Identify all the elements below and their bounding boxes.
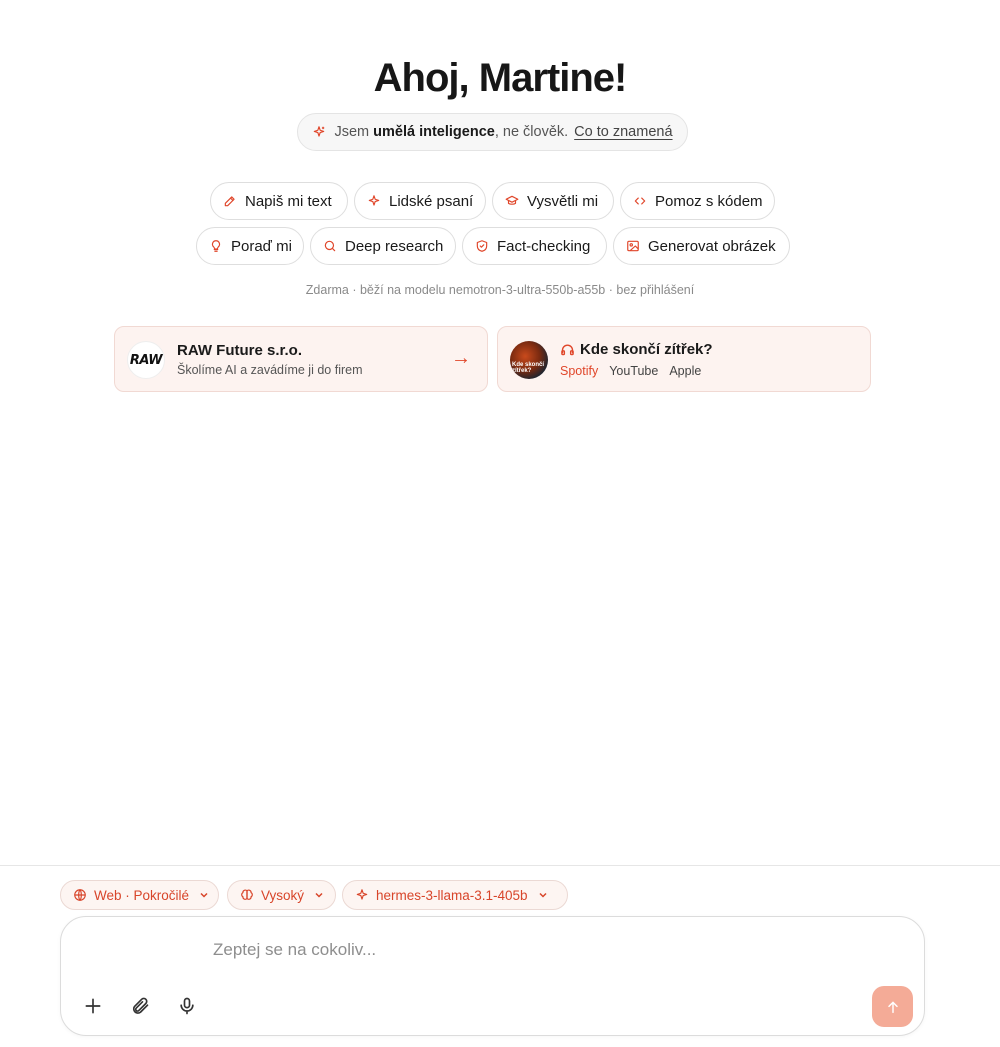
fact-checking-button[interactable]: Fact-checking [462, 227, 607, 265]
raw-future-card[interactable]: RAW RAW Future s.r.o. Školíme AI a zavád… [114, 326, 488, 392]
spotify-link[interactable]: Spotify [560, 364, 598, 378]
microphone-icon [180, 997, 194, 1015]
advise-button[interactable]: Poraď mi [196, 227, 304, 265]
youtube-link[interactable]: YouTube [609, 364, 658, 378]
image-icon [627, 240, 639, 252]
podcast-cover: Kde skončí zítřek? [510, 341, 548, 379]
podcast-title: Kde skončí zítřek? [560, 341, 713, 358]
ai-notice-prefix: Jsem [334, 124, 370, 140]
lightbulb-icon [211, 240, 221, 252]
add-button[interactable] [80, 993, 106, 1019]
podcast-cover-text: Kde skončí zítřek? [512, 362, 545, 374]
generate-image-label: Generovat obrázek [648, 237, 776, 255]
headphones-icon [561, 344, 574, 356]
code-help-button[interactable]: Pomoz s kódem [620, 182, 775, 220]
graduation-cap-icon [505, 195, 519, 205]
chevron-down-icon [315, 892, 323, 898]
explain-button[interactable]: Vysvětli mi [492, 182, 614, 220]
what-does-it-mean-link[interactable]: Co to znamená [574, 124, 672, 140]
sparkle-icon [314, 126, 325, 137]
search-icon [324, 240, 336, 252]
human-writing-label: Lidské psaní [389, 192, 474, 210]
reasoning-level-label: Vysoký [261, 887, 305, 903]
generate-image-button[interactable]: Generovat obrázek [613, 227, 790, 265]
sparkle-icon [368, 195, 380, 206]
model-label: hermes-3-llama-3.1-405b [376, 887, 528, 903]
chevron-down-icon [539, 892, 547, 898]
globe-icon [74, 889, 86, 901]
plus-icon [85, 998, 101, 1014]
microphone-button[interactable] [174, 993, 200, 1019]
raw-future-subtitle: Školíme AI a zavádíme ji do firem [177, 363, 363, 377]
paperclip-icon [132, 997, 149, 1014]
sparkle-icon [356, 889, 368, 900]
attach-button[interactable] [127, 993, 153, 1019]
deep-research-button[interactable]: Deep research [310, 227, 456, 265]
ai-notice-suffix: , ne člověk. [494, 124, 569, 140]
reasoning-level-dropdown[interactable]: Vysoký [227, 880, 336, 910]
deep-research-label: Deep research [345, 237, 444, 255]
message-input[interactable] [213, 937, 813, 963]
code-help-label: Pomoz s kódem [655, 192, 763, 210]
message-composer [60, 916, 925, 1036]
ai-notice-pill: Jsem umělá inteligence , ne člověk. Co t… [297, 113, 688, 151]
raw-future-title: RAW Future s.r.o. [177, 342, 303, 359]
apple-link[interactable]: Apple [669, 364, 701, 378]
explain-label: Vysvětli mi [527, 192, 599, 210]
brain-icon [241, 889, 253, 900]
podcast-links: Spotify YouTube Apple [560, 364, 701, 378]
model-dropdown[interactable]: hermes-3-llama-3.1-405b [342, 880, 568, 910]
arrow-right-icon: → [451, 347, 471, 369]
greeting-title: Ahoj, Martine! [373, 56, 628, 100]
fact-checking-label: Fact-checking [497, 237, 591, 255]
ai-notice-highlight: umělá inteligence [373, 124, 495, 140]
model-info-note: Zdarma · běží na modelu nemotron-3-ultra… [305, 283, 695, 297]
web-search-dropdown[interactable]: Web · Pokročilé [60, 880, 219, 910]
chevron-down-icon [200, 892, 208, 898]
raw-logo-text: RAW [129, 352, 163, 368]
shield-check-icon [476, 240, 488, 252]
code-icon [634, 197, 646, 205]
arrow-up-icon [887, 1001, 898, 1013]
podcast-card: Kde skončí zítřek? Kde skončí zítřek? Sp… [497, 326, 871, 392]
raw-future-logo: RAW [127, 341, 165, 379]
write-text-label: Napiš mi text [245, 192, 332, 210]
web-search-label: Web · Pokročilé [94, 887, 190, 903]
send-button[interactable] [872, 986, 913, 1027]
write-text-button[interactable]: Napiš mi text [210, 182, 348, 220]
human-writing-button[interactable]: Lidské psaní [354, 182, 486, 220]
advise-label: Poraď mi [231, 237, 292, 255]
podcast-title-text: Kde skončí zítřek? [580, 341, 713, 358]
pencil-icon [224, 196, 235, 207]
divider [0, 865, 1000, 866]
